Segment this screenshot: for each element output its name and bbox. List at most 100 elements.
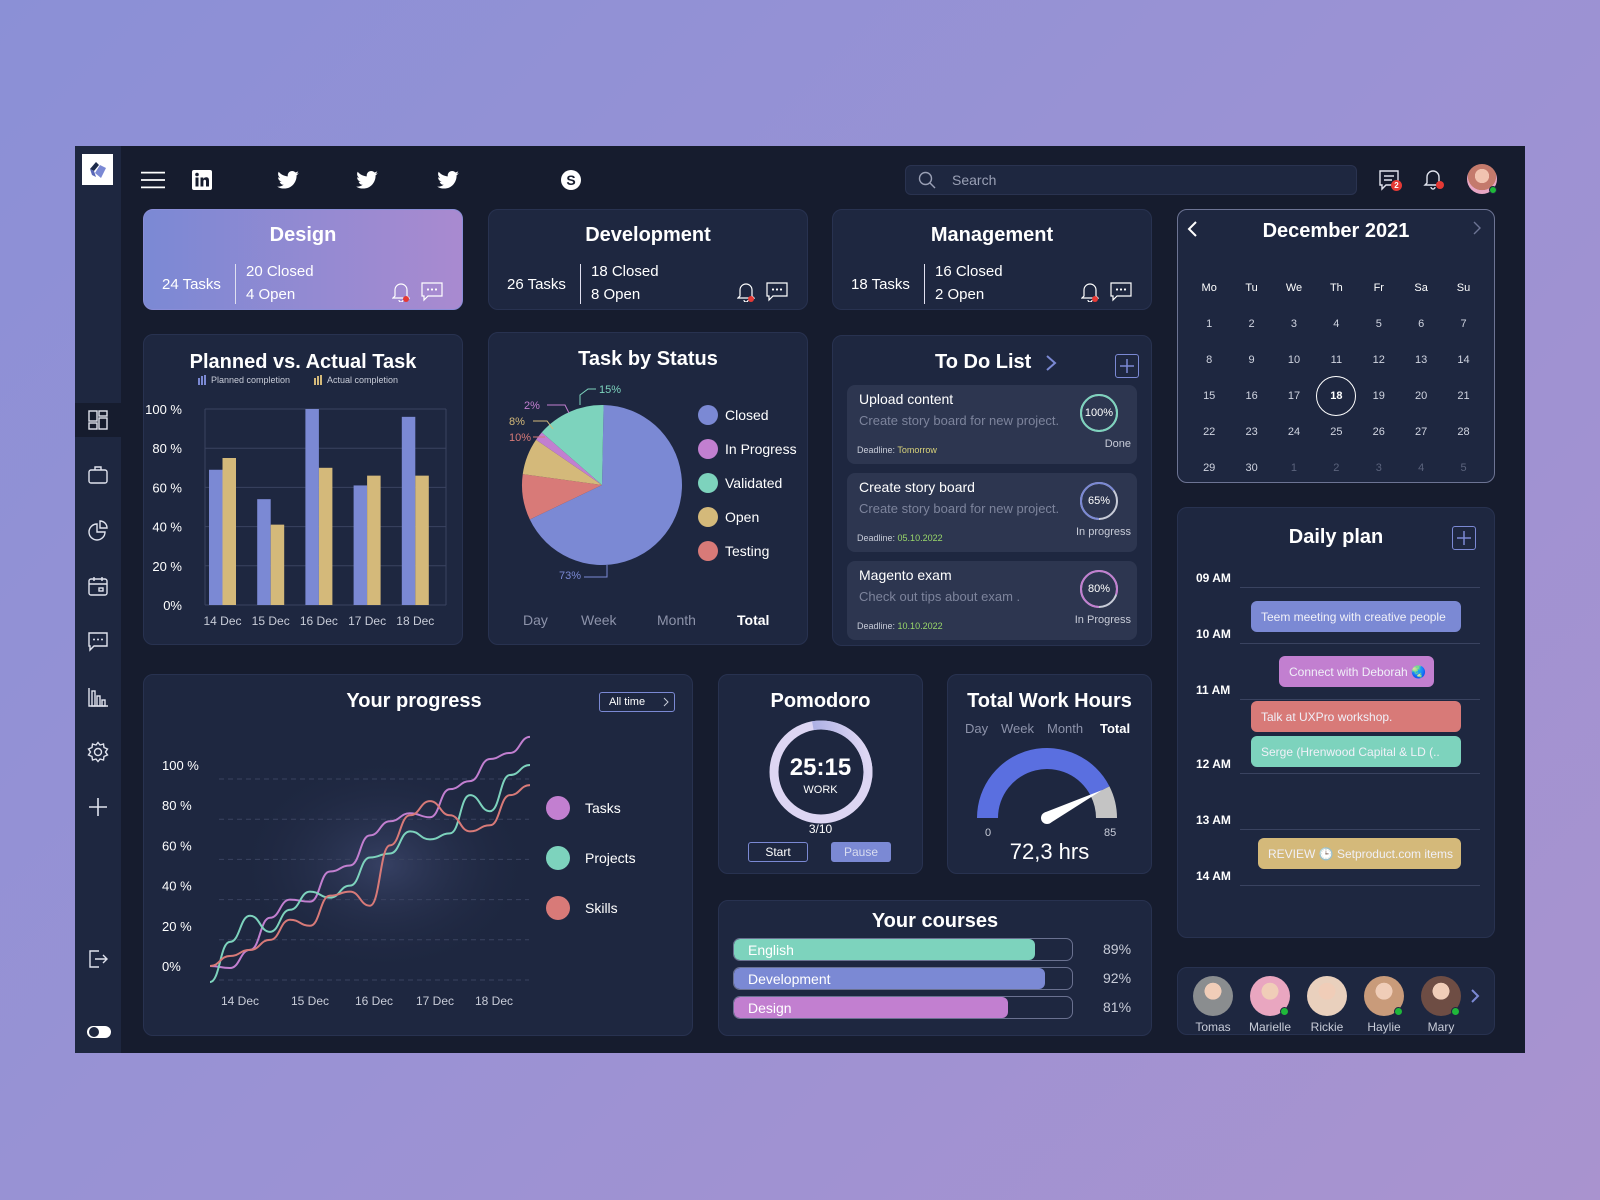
- linkedin-link[interactable]: [190, 168, 214, 192]
- team-member-avatar[interactable]: [1307, 976, 1347, 1016]
- category-card-management[interactable]: Management 18 Tasks 16 Closed 2 Open: [832, 209, 1152, 310]
- calendar-day[interactable]: 26: [1358, 426, 1400, 438]
- calendar-day[interactable]: 12: [1358, 354, 1400, 366]
- calendar-day[interactable]: 13: [1400, 354, 1442, 366]
- calendar-day[interactable]: 30: [1230, 462, 1272, 474]
- tab-week[interactable]: Week: [581, 612, 617, 628]
- calendar-day[interactable]: 4: [1400, 462, 1442, 474]
- calendar-day[interactable]: 8: [1188, 354, 1230, 366]
- calendar-day[interactable]: 28: [1442, 426, 1484, 438]
- category-comments-button[interactable]: [766, 282, 788, 307]
- course-progress-bar[interactable]: Design: [733, 996, 1073, 1019]
- bar-planned-completion[interactable]: [257, 499, 271, 605]
- add-todo-button[interactable]: [1115, 354, 1139, 378]
- calendar-day[interactable]: 3: [1273, 318, 1315, 330]
- category-comments-button[interactable]: [421, 282, 443, 307]
- next-month-button[interactable]: [1472, 220, 1488, 240]
- plan-event[interactable]: Teem meeting with creative people: [1251, 601, 1461, 632]
- sidebar-item-statistics[interactable]: [75, 680, 121, 714]
- bar-planned-completion[interactable]: [209, 469, 223, 605]
- calendar-day[interactable]: 24: [1273, 426, 1315, 438]
- tab-total[interactable]: Total: [737, 612, 769, 628]
- todo-expand-button[interactable]: [1045, 354, 1061, 374]
- bar-planned-completion[interactable]: [353, 485, 368, 605]
- bar-actual-completion[interactable]: [270, 524, 285, 605]
- calendar-day[interactable]: 15: [1188, 390, 1230, 402]
- category-card-development[interactable]: Development 26 Tasks 18 Closed 8 Open: [488, 209, 808, 310]
- course-progress-bar[interactable]: Development: [733, 967, 1073, 990]
- calendar-day[interactable]: 14: [1442, 354, 1484, 366]
- bar-actual-completion[interactable]: [222, 458, 237, 605]
- plan-event[interactable]: REVIEW 🕒 Setproduct.com items: [1258, 838, 1461, 869]
- bar-planned-completion[interactable]: [401, 416, 416, 605]
- calendar-day[interactable]: 17: [1273, 390, 1315, 402]
- team-member-avatar[interactable]: [1193, 976, 1233, 1016]
- team-member-avatar[interactable]: [1250, 976, 1290, 1016]
- tab-day[interactable]: Day: [523, 612, 548, 628]
- calendar-day[interactable]: 4: [1315, 318, 1357, 330]
- category-comments-button[interactable]: [1110, 282, 1132, 307]
- skype-link[interactable]: S: [559, 168, 583, 192]
- todo-item[interactable]: Upload content Create story board for new…: [847, 385, 1137, 464]
- logout-button[interactable]: [75, 942, 121, 976]
- category-notifications-button[interactable]: [1080, 282, 1100, 307]
- add-plan-button[interactable]: [1452, 526, 1476, 550]
- plan-event[interactable]: Talk at UXPro workshop.: [1251, 701, 1461, 732]
- bar-actual-completion[interactable]: [318, 467, 333, 605]
- team-member-avatar[interactable]: [1364, 976, 1404, 1016]
- bar-actual-completion[interactable]: [367, 475, 381, 605]
- calendar-day[interactable]: 2: [1315, 462, 1357, 474]
- category-card-design[interactable]: Design 24 Tasks 20 Closed 4 Open: [143, 209, 463, 310]
- notifications-button[interactable]: [1423, 168, 1447, 192]
- category-notifications-button[interactable]: [736, 282, 756, 307]
- twitter-link-1[interactable]: [276, 168, 300, 192]
- calendar-day[interactable]: 23: [1230, 426, 1272, 438]
- sidebar-item-reports[interactable]: [75, 513, 121, 547]
- calendar-day[interactable]: 22: [1188, 426, 1230, 438]
- pomodoro-start-button[interactable]: Start: [748, 842, 808, 862]
- calendar-day[interactable]: 29: [1188, 462, 1230, 474]
- twitter-link-3[interactable]: [436, 168, 460, 192]
- app-logo[interactable]: [82, 154, 113, 185]
- theme-toggle[interactable]: [87, 1026, 111, 1038]
- calendar-day-selected[interactable]: 18: [1315, 390, 1357, 402]
- sidebar-item-chat[interactable]: [75, 624, 121, 658]
- menu-button[interactable]: [141, 168, 165, 192]
- calendar-day[interactable]: 9: [1230, 354, 1272, 366]
- todo-item[interactable]: Magento exam Check out tips about exam . D…: [847, 561, 1137, 640]
- calendar-day[interactable]: 20: [1400, 390, 1442, 402]
- calendar-day[interactable]: 3: [1358, 462, 1400, 474]
- search-input[interactable]: [952, 172, 1332, 188]
- team-member-avatar[interactable]: [1421, 976, 1461, 1016]
- tab-month[interactable]: Month: [657, 612, 696, 628]
- sidebar-item-calendar[interactable]: [75, 569, 121, 603]
- calendar-day[interactable]: 21: [1442, 390, 1484, 402]
- user-avatar[interactable]: [1467, 164, 1497, 194]
- calendar-day[interactable]: 19: [1358, 390, 1400, 402]
- pomodoro-pause-button[interactable]: Pause: [831, 842, 891, 862]
- calendar-day[interactable]: 7: [1442, 318, 1484, 330]
- twitter-link-2[interactable]: [355, 168, 379, 192]
- calendar-day[interactable]: 1: [1188, 318, 1230, 330]
- sidebar-item-add[interactable]: [75, 790, 121, 824]
- bar-actual-completion[interactable]: [415, 475, 429, 605]
- course-progress-bar[interactable]: English: [733, 938, 1073, 961]
- messages-button[interactable]: 2: [1378, 169, 1402, 193]
- plan-event[interactable]: Connect with Deborah 🌏: [1279, 656, 1434, 687]
- calendar-day[interactable]: 1: [1273, 462, 1315, 474]
- sidebar-item-portfolio[interactable]: [75, 458, 121, 492]
- calendar-day[interactable]: 25: [1315, 426, 1357, 438]
- calendar-day[interactable]: 5: [1442, 462, 1484, 474]
- sidebar-item-settings[interactable]: [75, 735, 121, 769]
- calendar-day[interactable]: 2: [1230, 318, 1272, 330]
- calendar-day[interactable]: 6: [1400, 318, 1442, 330]
- bar-planned-completion[interactable]: [305, 409, 319, 605]
- search-bar[interactable]: [905, 165, 1357, 195]
- team-next-button[interactable]: [1470, 988, 1484, 1010]
- calendar-day[interactable]: 11: [1315, 354, 1357, 366]
- calendar-day[interactable]: 27: [1400, 426, 1442, 438]
- calendar-day[interactable]: 5: [1358, 318, 1400, 330]
- calendar-day[interactable]: 16: [1230, 390, 1272, 402]
- sidebar-item-dashboard[interactable]: [75, 403, 121, 437]
- calendar-day[interactable]: 10: [1273, 354, 1315, 366]
